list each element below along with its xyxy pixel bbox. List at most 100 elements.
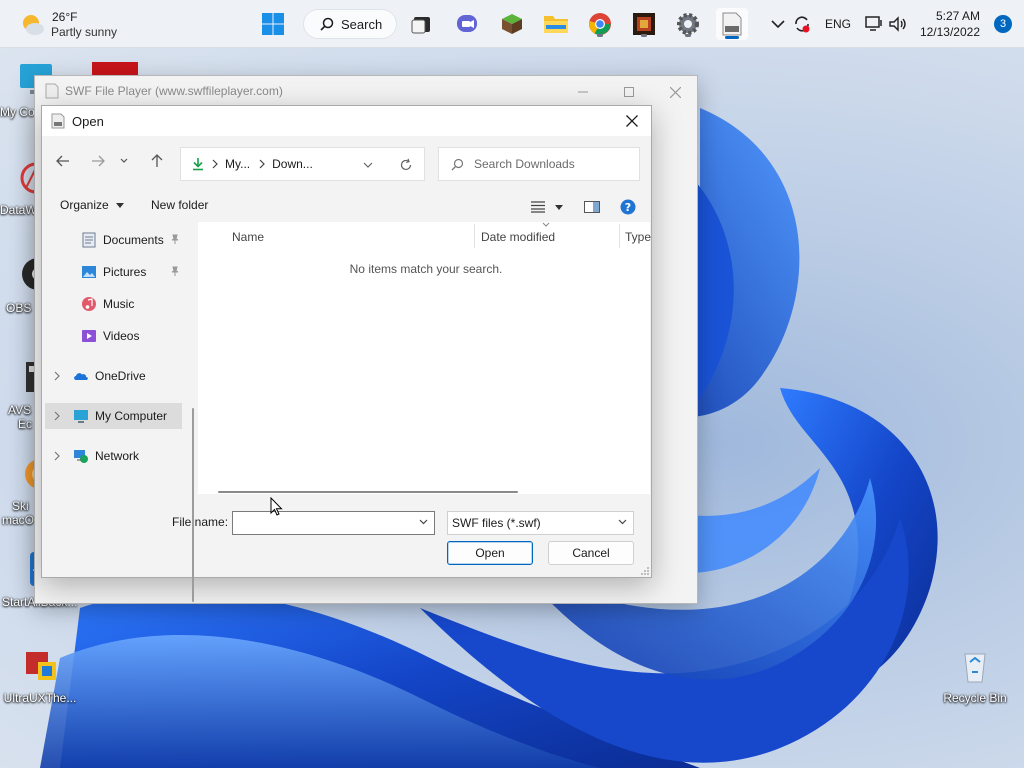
chevron-right-icon[interactable] (54, 451, 60, 461)
minecraft-button[interactable] (496, 8, 528, 40)
pin-icon (171, 234, 179, 244)
breadcrumb-downloads[interactable]: Down... (272, 157, 313, 171)
nav-item-pictures[interactable]: Pictures (45, 259, 182, 285)
open-file-dialog: Open My... Down... Search Downloads Orga… (41, 105, 652, 602)
file-list-horizontal-scrollbar[interactable] (218, 491, 518, 493)
network-monitor-icon (865, 16, 882, 31)
nav-item-network[interactable]: Network (45, 443, 182, 469)
taskbar: 26°F Partly sunny Search ENG 5:27 AM 12/… (0, 0, 1024, 48)
dialog-titlebar[interactable]: Open (42, 106, 651, 136)
resize-grip-icon[interactable] (640, 566, 650, 576)
running-indicator (597, 34, 603, 37)
minimize-button[interactable] (561, 79, 605, 105)
file-explorer-button[interactable] (540, 8, 572, 40)
close-button[interactable] (653, 79, 697, 105)
task-view-button[interactable] (405, 8, 437, 40)
chevron-down-icon (771, 20, 785, 29)
dialog-navbar: My... Down... Search Downloads (42, 142, 651, 182)
column-header-date-modified[interactable]: Date modified (481, 230, 555, 244)
file-list: Name Date modified Type No items match y… (198, 222, 651, 494)
chevron-down-icon[interactable] (419, 519, 428, 525)
desktop-icon-ultrauxtheme[interactable]: UltraUXThe... (2, 646, 78, 705)
column-header-name[interactable]: Name (232, 230, 264, 244)
nav-item-documents[interactable]: Documents (45, 227, 182, 253)
nav-label: Pictures (103, 265, 147, 279)
chrome-button[interactable] (584, 8, 616, 40)
language-indicator[interactable]: ENG (825, 17, 851, 31)
organize-button[interactable]: Organize (60, 198, 125, 212)
nav-item-videos[interactable]: Videos (45, 323, 182, 349)
nav-pane-scrollbar[interactable] (192, 408, 194, 602)
breadcrumb-my-computer[interactable]: My... (225, 157, 250, 171)
pixel-app-button[interactable] (628, 8, 660, 40)
maximize-icon (624, 87, 634, 97)
caret-down-icon[interactable] (555, 205, 563, 210)
network-icon (74, 450, 88, 463)
up-button[interactable] (146, 150, 168, 172)
teams-chat-button[interactable] (451, 8, 483, 40)
file-name-label: File name: (172, 515, 229, 529)
sync-status-button[interactable] (788, 8, 816, 40)
forward-button[interactable] (87, 150, 109, 172)
help-icon[interactable]: ? (620, 199, 636, 215)
recent-locations-button[interactable] (117, 150, 131, 172)
desktop-icon-recycle-bin[interactable]: Recycle Bin (937, 646, 1013, 705)
nav-item-music[interactable]: Music (45, 291, 182, 317)
open-button[interactable]: Open (447, 541, 533, 565)
dialog-title: Open (72, 113, 104, 129)
running-indicator (641, 34, 647, 37)
file-type-select[interactable]: SWF files (*.swf) (447, 511, 634, 535)
desktop-icon-label: UltraUXThe... (3, 691, 77, 705)
chevron-right-icon[interactable] (54, 411, 60, 421)
documents-icon (82, 232, 96, 248)
volume-button[interactable] (884, 8, 912, 40)
refresh-icon[interactable] (399, 158, 413, 172)
chevron-right-icon[interactable] (54, 371, 60, 381)
nav-item-onedrive[interactable]: OneDrive (45, 363, 182, 389)
clock[interactable]: 5:27 AM 12/13/2022 (920, 8, 980, 40)
navigation-pane: Documents Pictures Music Videos OneDrive… (45, 222, 195, 602)
clock-time: 5:27 AM (935, 9, 980, 23)
search-icon (451, 158, 464, 170)
weather-condition: Partly sunny (51, 25, 118, 39)
volume-icon (889, 16, 906, 32)
empty-results-message: No items match your search. (349, 262, 503, 276)
download-icon (193, 158, 203, 171)
nav-item-my-computer[interactable]: My Computer (45, 403, 182, 429)
taskbar-search-label: Search (341, 16, 383, 32)
maximize-button[interactable] (607, 79, 651, 105)
weather-widget[interactable]: 26°F Partly sunny (18, 8, 158, 42)
organize-label: Organize (60, 198, 109, 212)
close-icon (626, 115, 638, 127)
weather-temp: 26°F (52, 10, 78, 24)
column-separator[interactable] (619, 224, 620, 248)
mouse-cursor-icon (270, 497, 283, 516)
back-button[interactable] (52, 150, 74, 172)
column-header-type[interactable]: Type (625, 230, 651, 244)
command-bar: Organize New folder ? (42, 192, 651, 222)
swf-player-button[interactable] (716, 8, 748, 40)
column-separator[interactable] (474, 224, 475, 248)
search-downloads-input[interactable]: Search Downloads (438, 147, 640, 181)
nav-label: Music (103, 297, 135, 311)
view-options-icon[interactable] (531, 201, 545, 213)
app-icon (633, 13, 655, 35)
search-placeholder: Search Downloads (474, 157, 575, 171)
address-history-dropdown-icon[interactable] (363, 161, 373, 169)
dialog-close-button[interactable] (619, 109, 645, 133)
settings-icon (677, 13, 699, 35)
chevron-right-icon (212, 159, 218, 169)
desktop-icon-label: Recycle Bin (943, 691, 1007, 705)
notification-badge[interactable]: 3 (994, 15, 1012, 33)
sync-icon (795, 16, 810, 33)
new-folder-button[interactable]: New folder (151, 198, 208, 212)
cancel-button[interactable]: Cancel (548, 541, 634, 565)
address-bar[interactable]: My... Down... (180, 147, 425, 181)
file-name-input[interactable] (232, 511, 435, 535)
start-button[interactable] (257, 8, 289, 40)
settings-button[interactable] (672, 8, 704, 40)
dialog-app-icon (51, 113, 65, 129)
taskbar-search[interactable]: Search (303, 9, 397, 39)
active-indicator (725, 36, 739, 39)
preview-pane-icon[interactable] (584, 201, 600, 213)
